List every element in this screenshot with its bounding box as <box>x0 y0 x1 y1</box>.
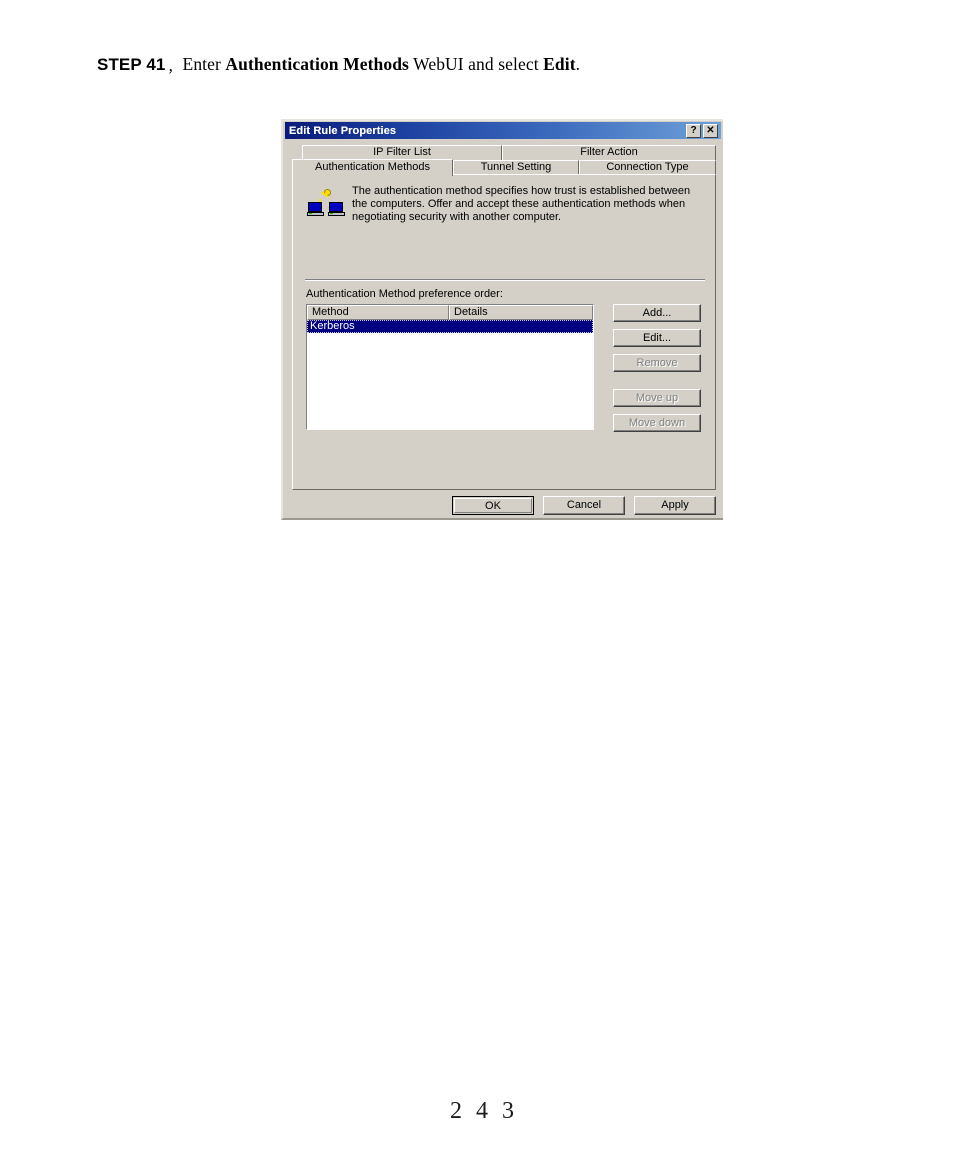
step-separator: ， <box>167 60 181 75</box>
dialog-titlebar[interactable]: Edit Rule Properties ? ✕ <box>285 122 721 139</box>
two-computers-key-icon <box>307 189 349 225</box>
preference-order-label: Authentication Method preference order: <box>306 288 503 300</box>
tab-row-upper: IP Filter List Filter Action <box>302 145 716 160</box>
tab-tunnel-setting-label: Tunnel Setting <box>480 161 552 173</box>
edit-button[interactable]: Edit... <box>613 329 701 347</box>
remove-button[interactable]: Remove <box>613 354 701 372</box>
step-text-1: Enter <box>182 54 226 74</box>
list-header-row: Method Details <box>307 305 593 320</box>
dialog-title: Edit Rule Properties <box>289 124 397 137</box>
column-header-details[interactable]: Details <box>449 305 593 320</box>
list-item[interactable]: Kerberos <box>307 320 593 333</box>
description-row: The authentication method specifies how … <box>307 185 705 225</box>
tab-tunnel-setting[interactable]: Tunnel Setting <box>453 160 579 175</box>
dialog-button-bar: OK Cancel Apply <box>452 496 718 515</box>
step-text-2: WebUI and select <box>408 54 544 74</box>
close-button[interactable]: ✕ <box>703 123 718 138</box>
step-instruction-line: STEP 41， Enter Authentication Methods Web… <box>97 54 580 75</box>
help-button[interactable]: ? <box>686 123 701 138</box>
ok-button[interactable]: OK <box>452 496 534 515</box>
authentication-method-list[interactable]: Method Details Kerberos <box>306 304 594 430</box>
edit-rule-properties-dialog: Edit Rule Properties ? ✕ IP Filter List … <box>281 119 723 520</box>
cancel-button[interactable]: Cancel <box>543 496 625 515</box>
tab-row-lower: Authentication Methods Tunnel Setting Co… <box>292 159 716 176</box>
step-label: STEP 41 <box>97 55 166 74</box>
tab-connection-type[interactable]: Connection Type <box>579 160 716 175</box>
column-header-method[interactable]: Method <box>307 305 449 320</box>
tab-authentication-methods[interactable]: Authentication Methods <box>292 159 453 176</box>
step-bold-authentication-methods: Authentication Methods <box>225 54 409 74</box>
description-text: The authentication method specifies how … <box>352 185 691 223</box>
tab-filter-action-label: Filter Action <box>580 146 638 158</box>
move-up-button[interactable]: Move up <box>613 389 701 407</box>
step-text-3: . <box>575 54 581 74</box>
computer-right-icon <box>328 202 345 217</box>
tab-strip: IP Filter List Filter Action Authenticat… <box>292 145 716 176</box>
move-down-button[interactable]: Move down <box>613 414 701 432</box>
computer-left-icon <box>307 202 324 217</box>
tab-filter-action[interactable]: Filter Action <box>502 145 716 160</box>
tab-panel-authentication-methods: The authentication method specifies how … <box>292 174 716 490</box>
tab-connection-type-label: Connection Type <box>606 161 689 173</box>
titlebar-button-group: ? ✕ <box>686 123 721 138</box>
apply-button[interactable]: Apply <box>634 496 716 515</box>
page-number: 2 4 3 <box>450 1098 518 1124</box>
list-action-button-group: Add... Edit... Remove Move up Move down <box>613 304 701 432</box>
step-bold-edit: Edit <box>543 54 576 74</box>
add-button[interactable]: Add... <box>613 304 701 322</box>
tab-ip-filter-list[interactable]: IP Filter List <box>302 145 502 160</box>
horizontal-separator <box>305 279 705 281</box>
tab-authentication-methods-label: Authentication Methods <box>315 161 430 173</box>
ok-button-label: OK <box>454 498 532 513</box>
tab-ip-filter-list-label: IP Filter List <box>373 146 431 158</box>
